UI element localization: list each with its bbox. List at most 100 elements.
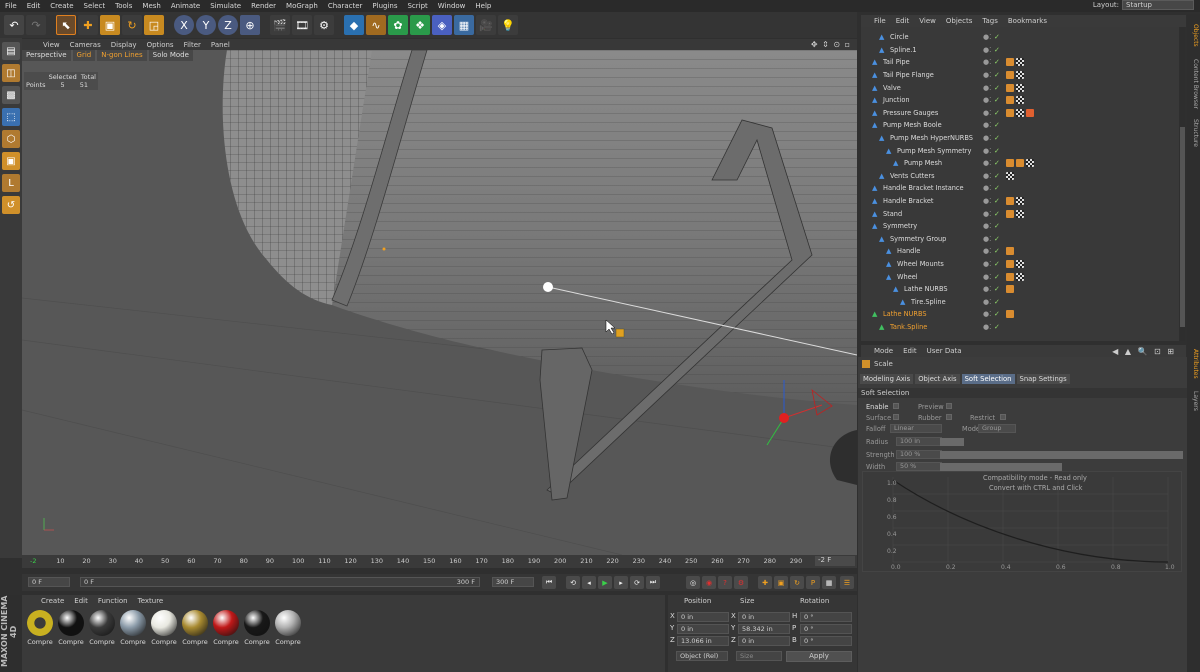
current-frame-field[interactable]: 0 F bbox=[28, 577, 70, 587]
menu-tools[interactable]: Tools bbox=[110, 2, 137, 10]
model-mode-icon[interactable]: ◫ bbox=[2, 64, 20, 82]
visibility-dots[interactable]: ●⁚ bbox=[983, 285, 991, 293]
object-menu-file[interactable]: File bbox=[869, 17, 891, 25]
object-row[interactable]: ▲ Pressure Gauges ●⁚ ✓ bbox=[861, 107, 1179, 120]
material-swatch[interactable]: Compre bbox=[57, 610, 85, 650]
move-icon[interactable]: ✚ bbox=[78, 15, 98, 35]
visibility-dots[interactable]: ●⁚ bbox=[983, 172, 991, 180]
solo-mode-toggle[interactable]: Solo Mode bbox=[148, 50, 193, 61]
visibility-dots[interactable]: ●⁚ bbox=[983, 260, 991, 268]
enabled-check[interactable]: ✓ bbox=[994, 46, 1000, 54]
visibility-dots[interactable]: ●⁚ bbox=[983, 222, 991, 230]
scrollbar-thumb[interactable] bbox=[1180, 127, 1185, 327]
tab-object-axis[interactable]: Object Axis bbox=[915, 374, 960, 384]
side-tab-content-browser[interactable]: Content Browser bbox=[1188, 54, 1199, 114]
record-active-icon[interactable]: ◉ bbox=[702, 576, 716, 589]
object-menu-view[interactable]: View bbox=[914, 17, 941, 25]
visibility-dots[interactable]: ●⁚ bbox=[983, 84, 991, 92]
tab-soft-selection[interactable]: Soft Selection bbox=[961, 374, 1015, 384]
restrict-checkbox[interactable] bbox=[1000, 414, 1006, 420]
cube-primitive-icon[interactable]: ◆ bbox=[344, 15, 364, 35]
viewport-menu-cameras[interactable]: Cameras bbox=[65, 41, 106, 49]
object-row[interactable]: ▲ Tail Pipe ●⁚ ✓ bbox=[861, 56, 1179, 69]
enabled-check[interactable]: ✓ bbox=[994, 58, 1000, 66]
menu-file[interactable]: File bbox=[0, 2, 22, 10]
x-axis-icon[interactable]: X bbox=[174, 15, 194, 35]
material-swatch[interactable]: Compre bbox=[26, 610, 54, 650]
material-menu-edit[interactable]: Edit bbox=[69, 597, 93, 605]
enabled-check[interactable]: ✓ bbox=[994, 121, 1000, 129]
enabled-check[interactable]: ✓ bbox=[994, 96, 1000, 104]
timeline-window-icon[interactable]: ☰ bbox=[840, 576, 854, 589]
tag-icon[interactable] bbox=[1006, 209, 1014, 218]
last-tool-icon[interactable]: ◲ bbox=[144, 15, 164, 35]
camera-icon[interactable]: 🎥 bbox=[476, 15, 496, 35]
tab-modeling-axis[interactable]: Modeling Axis bbox=[860, 374, 914, 384]
scene-floor-icon[interactable]: ▦ bbox=[454, 15, 474, 35]
prev-frame-icon[interactable]: ◂ bbox=[582, 576, 596, 589]
menu-help[interactable]: Help bbox=[470, 2, 496, 10]
preview-checkbox[interactable] bbox=[946, 403, 952, 409]
falloff-dropdown[interactable]: Linear bbox=[890, 424, 942, 433]
size-field[interactable]: 58.342 in bbox=[738, 624, 790, 634]
deformer-icon[interactable]: ◈ bbox=[432, 15, 452, 35]
enabled-check[interactable]: ✓ bbox=[994, 184, 1000, 192]
tag-icon[interactable] bbox=[1006, 71, 1014, 80]
grid-toggle[interactable]: Grid bbox=[72, 50, 96, 61]
object-row[interactable]: ▲ Symmetry Group ●⁚ ✓ bbox=[861, 233, 1179, 246]
enabled-check[interactable]: ✓ bbox=[994, 222, 1000, 230]
menu-animate[interactable]: Animate bbox=[166, 2, 205, 10]
menu-character[interactable]: Character bbox=[323, 2, 368, 10]
tag-icon[interactable] bbox=[1006, 272, 1014, 281]
object-row[interactable]: ▲ Junction ●⁚ ✓ bbox=[861, 94, 1179, 107]
enabled-check[interactable]: ✓ bbox=[994, 159, 1000, 167]
tag-icon[interactable] bbox=[1006, 260, 1014, 269]
position-field[interactable]: 13.066 in bbox=[677, 636, 729, 646]
next-key-icon[interactable]: ⟳ bbox=[630, 576, 644, 589]
object-menu-objects[interactable]: Objects bbox=[941, 17, 977, 25]
enabled-check[interactable]: ✓ bbox=[994, 235, 1000, 243]
object-row[interactable]: ▲ Circle ●⁚ ✓ bbox=[861, 31, 1179, 44]
object-row[interactable]: ▲ Spline.1 ●⁚ ✓ bbox=[861, 44, 1179, 57]
spline-pen-icon[interactable]: ∿ bbox=[366, 15, 386, 35]
autokey-icon[interactable]: ? bbox=[718, 576, 732, 589]
object-row[interactable]: ▲ Pump Mesh ●⁚ ✓ bbox=[861, 157, 1179, 170]
visibility-dots[interactable]: ●⁚ bbox=[983, 210, 991, 218]
object-row[interactable]: ▲ Vents Cutters ●⁚ ✓ bbox=[861, 170, 1179, 183]
material-swatch[interactable]: Compre bbox=[119, 610, 147, 650]
surface-checkbox[interactable] bbox=[893, 414, 899, 420]
snap-icon[interactable]: ↺ bbox=[2, 196, 20, 214]
menu-select[interactable]: Select bbox=[79, 2, 111, 10]
side-tab-attributes[interactable]: Attributes bbox=[1188, 344, 1199, 384]
tag-icon[interactable] bbox=[1006, 285, 1014, 294]
play-icon[interactable]: ▶ bbox=[598, 576, 612, 589]
viewport-menu-options[interactable]: Options bbox=[142, 41, 179, 49]
viewport-camera-name[interactable]: Perspective bbox=[22, 50, 71, 61]
tag-icon[interactable] bbox=[1016, 272, 1024, 281]
visibility-dots[interactable]: ●⁚ bbox=[983, 273, 991, 281]
tag-icon[interactable] bbox=[1016, 83, 1024, 92]
radius-field[interactable]: 100 in bbox=[896, 437, 942, 446]
y-axis-icon[interactable]: Y bbox=[196, 15, 216, 35]
visibility-dots[interactable]: ●⁚ bbox=[983, 147, 991, 155]
visibility-dots[interactable]: ●⁚ bbox=[983, 323, 991, 331]
object-row[interactable]: ▲ Wheel ●⁚ ✓ bbox=[861, 270, 1179, 283]
tag-icon[interactable] bbox=[1016, 71, 1024, 80]
attribute-nav-icons[interactable]: ◀ ▲ 🔍 ⊡ ⊞ bbox=[1112, 347, 1176, 356]
object-menu-edit[interactable]: Edit bbox=[891, 17, 915, 25]
material-menu-create[interactable]: Create bbox=[36, 597, 69, 605]
key-pla-icon[interactable]: ▦ bbox=[822, 576, 836, 589]
nurbs-icon[interactable]: ✿ bbox=[388, 15, 408, 35]
rubber-checkbox[interactable] bbox=[946, 414, 952, 420]
object-row[interactable]: ▲ Pump Mesh Symmetry ●⁚ ✓ bbox=[861, 144, 1179, 157]
object-menu-bookmarks[interactable]: Bookmarks bbox=[1003, 17, 1052, 25]
viewport[interactable]: Perspective Grid N-gon Lines Solo Mode S… bbox=[22, 50, 857, 555]
make-editable-icon[interactable]: ▤ bbox=[2, 42, 20, 60]
tag-icon[interactable] bbox=[1006, 247, 1014, 256]
object-row[interactable]: ▲ Tire.Spline ●⁚ ✓ bbox=[861, 296, 1179, 309]
object-menu-tags[interactable]: Tags bbox=[977, 17, 1003, 25]
tag-icon[interactable] bbox=[1016, 159, 1024, 168]
attribute-menu-edit[interactable]: Edit bbox=[898, 347, 922, 355]
menu-mesh[interactable]: Mesh bbox=[137, 2, 165, 10]
falloff-graph[interactable]: Compatibility mode - Read only Convert w… bbox=[862, 471, 1182, 572]
